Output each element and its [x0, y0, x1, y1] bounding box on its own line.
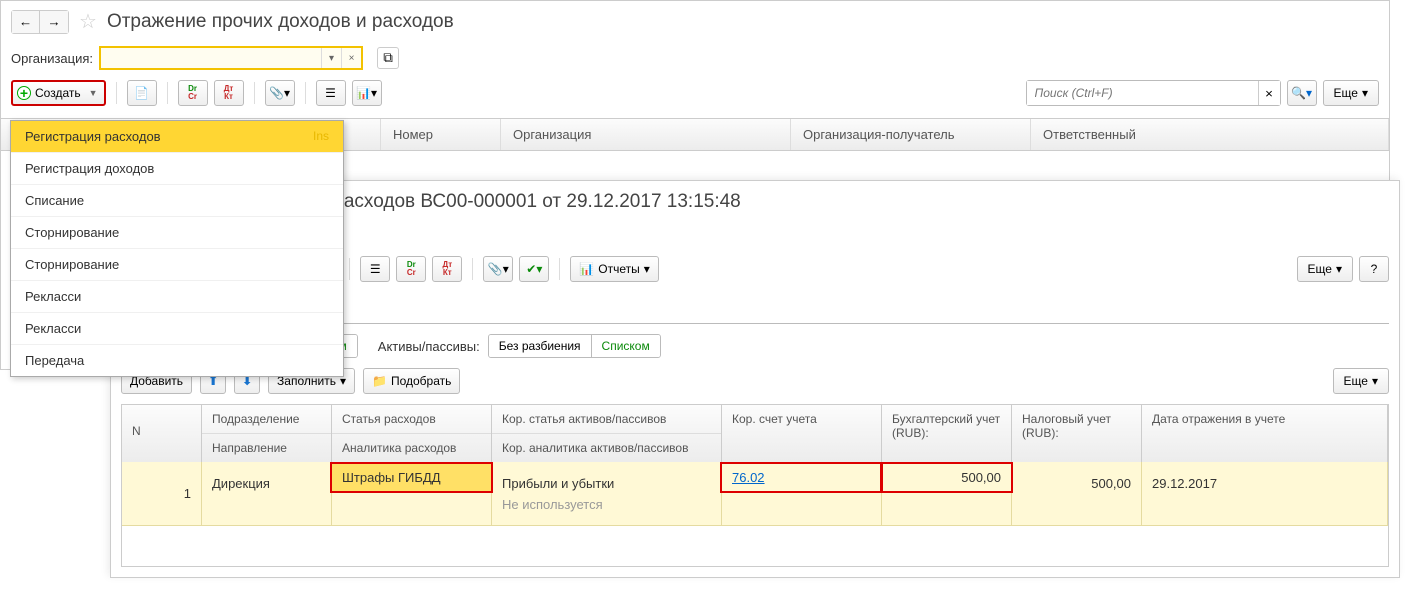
- plus-icon: +: [17, 86, 31, 100]
- search-area: × 🔍▾ Еще ▾: [1026, 80, 1379, 106]
- more-button[interactable]: Еще ▾: [1323, 80, 1379, 106]
- separator: [559, 258, 560, 280]
- ap-segment: Без разбиения Списком: [488, 334, 661, 358]
- col-nu[interactable]: Налоговый учет (RUB):: [1012, 405, 1141, 457]
- menu-item-reg-expenses[interactable]: Регистрация расходов Ins: [11, 121, 343, 153]
- col-org-recv[interactable]: Организация-получатель: [791, 119, 1031, 150]
- create-button[interactable]: + Создать ▼: [11, 80, 106, 106]
- col-n[interactable]: N: [122, 405, 201, 457]
- org-dropdown[interactable]: ▾: [321, 48, 341, 68]
- more-button[interactable]: Еще ▾: [1333, 368, 1389, 394]
- drcr-icon[interactable]: DrCr: [396, 256, 426, 282]
- menu-item-storno1[interactable]: Сторнирование: [11, 217, 343, 249]
- col-cor-article[interactable]: Кор. статья активов/пассивов: [492, 405, 721, 434]
- toolbar: + Создать ▼ 📄 DrCr ДтКт 📎▾ ☰ 📊▾ × 🔍▾ Еще…: [1, 74, 1389, 112]
- header: ← → ☆ Отражение прочих доходов и расходо…: [1, 1, 1389, 42]
- search-box: ×: [1026, 80, 1281, 106]
- list-icon[interactable]: ☰: [360, 256, 390, 282]
- cell-bu[interactable]: 500,00: [882, 462, 1012, 526]
- separator: [305, 82, 306, 104]
- ap-label: Активы/пассивы:: [378, 339, 480, 354]
- attach-icon[interactable]: 📎▾: [483, 256, 513, 282]
- col-article[interactable]: Статья расходов: [332, 405, 491, 434]
- nav-buttons: ← →: [11, 10, 69, 34]
- expenses-header: N Подразделение Направление Статья расхо…: [122, 405, 1388, 462]
- report-icon[interactable]: 📊▾: [352, 80, 382, 106]
- create-menu: Регистрация расходов Ins Регистрация дох…: [10, 120, 344, 377]
- cell-article[interactable]: Штрафы ГИБДД: [332, 462, 492, 526]
- cell-cor-account[interactable]: 76.02: [722, 462, 882, 526]
- search-input[interactable]: [1027, 81, 1258, 105]
- favorite-star-icon[interactable]: ☆: [79, 9, 97, 34]
- col-dept[interactable]: Подразделение: [202, 405, 331, 434]
- separator: [116, 82, 117, 104]
- org-input-wrap: ▾ ×: [99, 46, 363, 70]
- help-icon[interactable]: ?: [1359, 256, 1389, 282]
- cell-cor-article: Прибыли и убытки Не используется: [492, 462, 722, 526]
- cell-nu: 500,00: [1012, 462, 1142, 526]
- search-clear[interactable]: ×: [1258, 81, 1280, 105]
- nav-forward[interactable]: →: [40, 11, 68, 33]
- col-analytics[interactable]: Аналитика расходов: [332, 434, 491, 462]
- org-input[interactable]: [101, 48, 321, 68]
- org-popout-icon[interactable]: ⧉: [377, 47, 399, 69]
- seg-ap-list[interactable]: Списком: [592, 335, 660, 357]
- col-responsible[interactable]: Ответственный: [1031, 119, 1389, 150]
- menu-item-reclass2[interactable]: Рекласси: [11, 313, 343, 345]
- menu-item-reclass1[interactable]: Рекласси: [11, 281, 343, 313]
- pick-button[interactable]: 📁 Подобрать: [363, 368, 460, 394]
- expenses-table: N Подразделение Направление Статья расхо…: [121, 404, 1389, 567]
- org-row: Организация: ▾ × ⧉: [1, 42, 1389, 74]
- separator: [349, 258, 350, 280]
- cell-n: 1: [122, 462, 202, 526]
- separator: [472, 258, 473, 280]
- col-direction[interactable]: Направление: [202, 434, 331, 462]
- col-org[interactable]: Организация: [501, 119, 791, 150]
- col-cor-account[interactable]: Кор. счет учета: [722, 405, 881, 457]
- copy-icon[interactable]: 📄: [127, 80, 157, 106]
- dtkt-icon[interactable]: ДтКт: [214, 80, 244, 106]
- menu-item-reg-income[interactable]: Регистрация доходов: [11, 153, 343, 185]
- page-title: Отражение прочих доходов и расходов: [107, 11, 454, 33]
- cell-dept: Дирекция: [202, 462, 332, 526]
- chevron-down-icon: ▼: [89, 88, 98, 98]
- org-label: Организация:: [11, 51, 93, 66]
- menu-item-writeoff[interactable]: Списание: [11, 185, 343, 217]
- menu-item-transfer[interactable]: Передача: [11, 345, 343, 376]
- attach-icon[interactable]: 📎▾: [265, 80, 295, 106]
- col-cor-analytics[interactable]: Кор. аналитика активов/пассивов: [492, 434, 721, 462]
- col-date-refl[interactable]: Дата отражения в учете: [1142, 405, 1387, 457]
- org-clear[interactable]: ×: [341, 48, 361, 68]
- menu-item-storno2[interactable]: Сторнирование: [11, 249, 343, 281]
- search-icon[interactable]: 🔍▾: [1287, 80, 1317, 106]
- drcr-icon[interactable]: DrCr: [178, 80, 208, 106]
- separator: [254, 82, 255, 104]
- seg-ap-no-split[interactable]: Без разбиения: [489, 335, 592, 357]
- check-icon[interactable]: ✔▾: [519, 256, 549, 282]
- table-row[interactable]: 1 Дирекция Штрафы ГИБДД Прибыли и убытки…: [122, 462, 1388, 526]
- more-button[interactable]: Еще ▾: [1297, 256, 1353, 282]
- separator: [167, 82, 168, 104]
- reports-button[interactable]: 📊 Отчеты ▾: [570, 256, 658, 282]
- cell-date: 29.12.2017: [1142, 462, 1388, 526]
- list-icon[interactable]: ☰: [316, 80, 346, 106]
- col-bu[interactable]: Бухгалтерский учет (RUB):: [882, 405, 1011, 457]
- nav-back[interactable]: ←: [12, 11, 40, 33]
- dtkt-icon[interactable]: ДтКт: [432, 256, 462, 282]
- col-number[interactable]: Номер: [381, 119, 501, 150]
